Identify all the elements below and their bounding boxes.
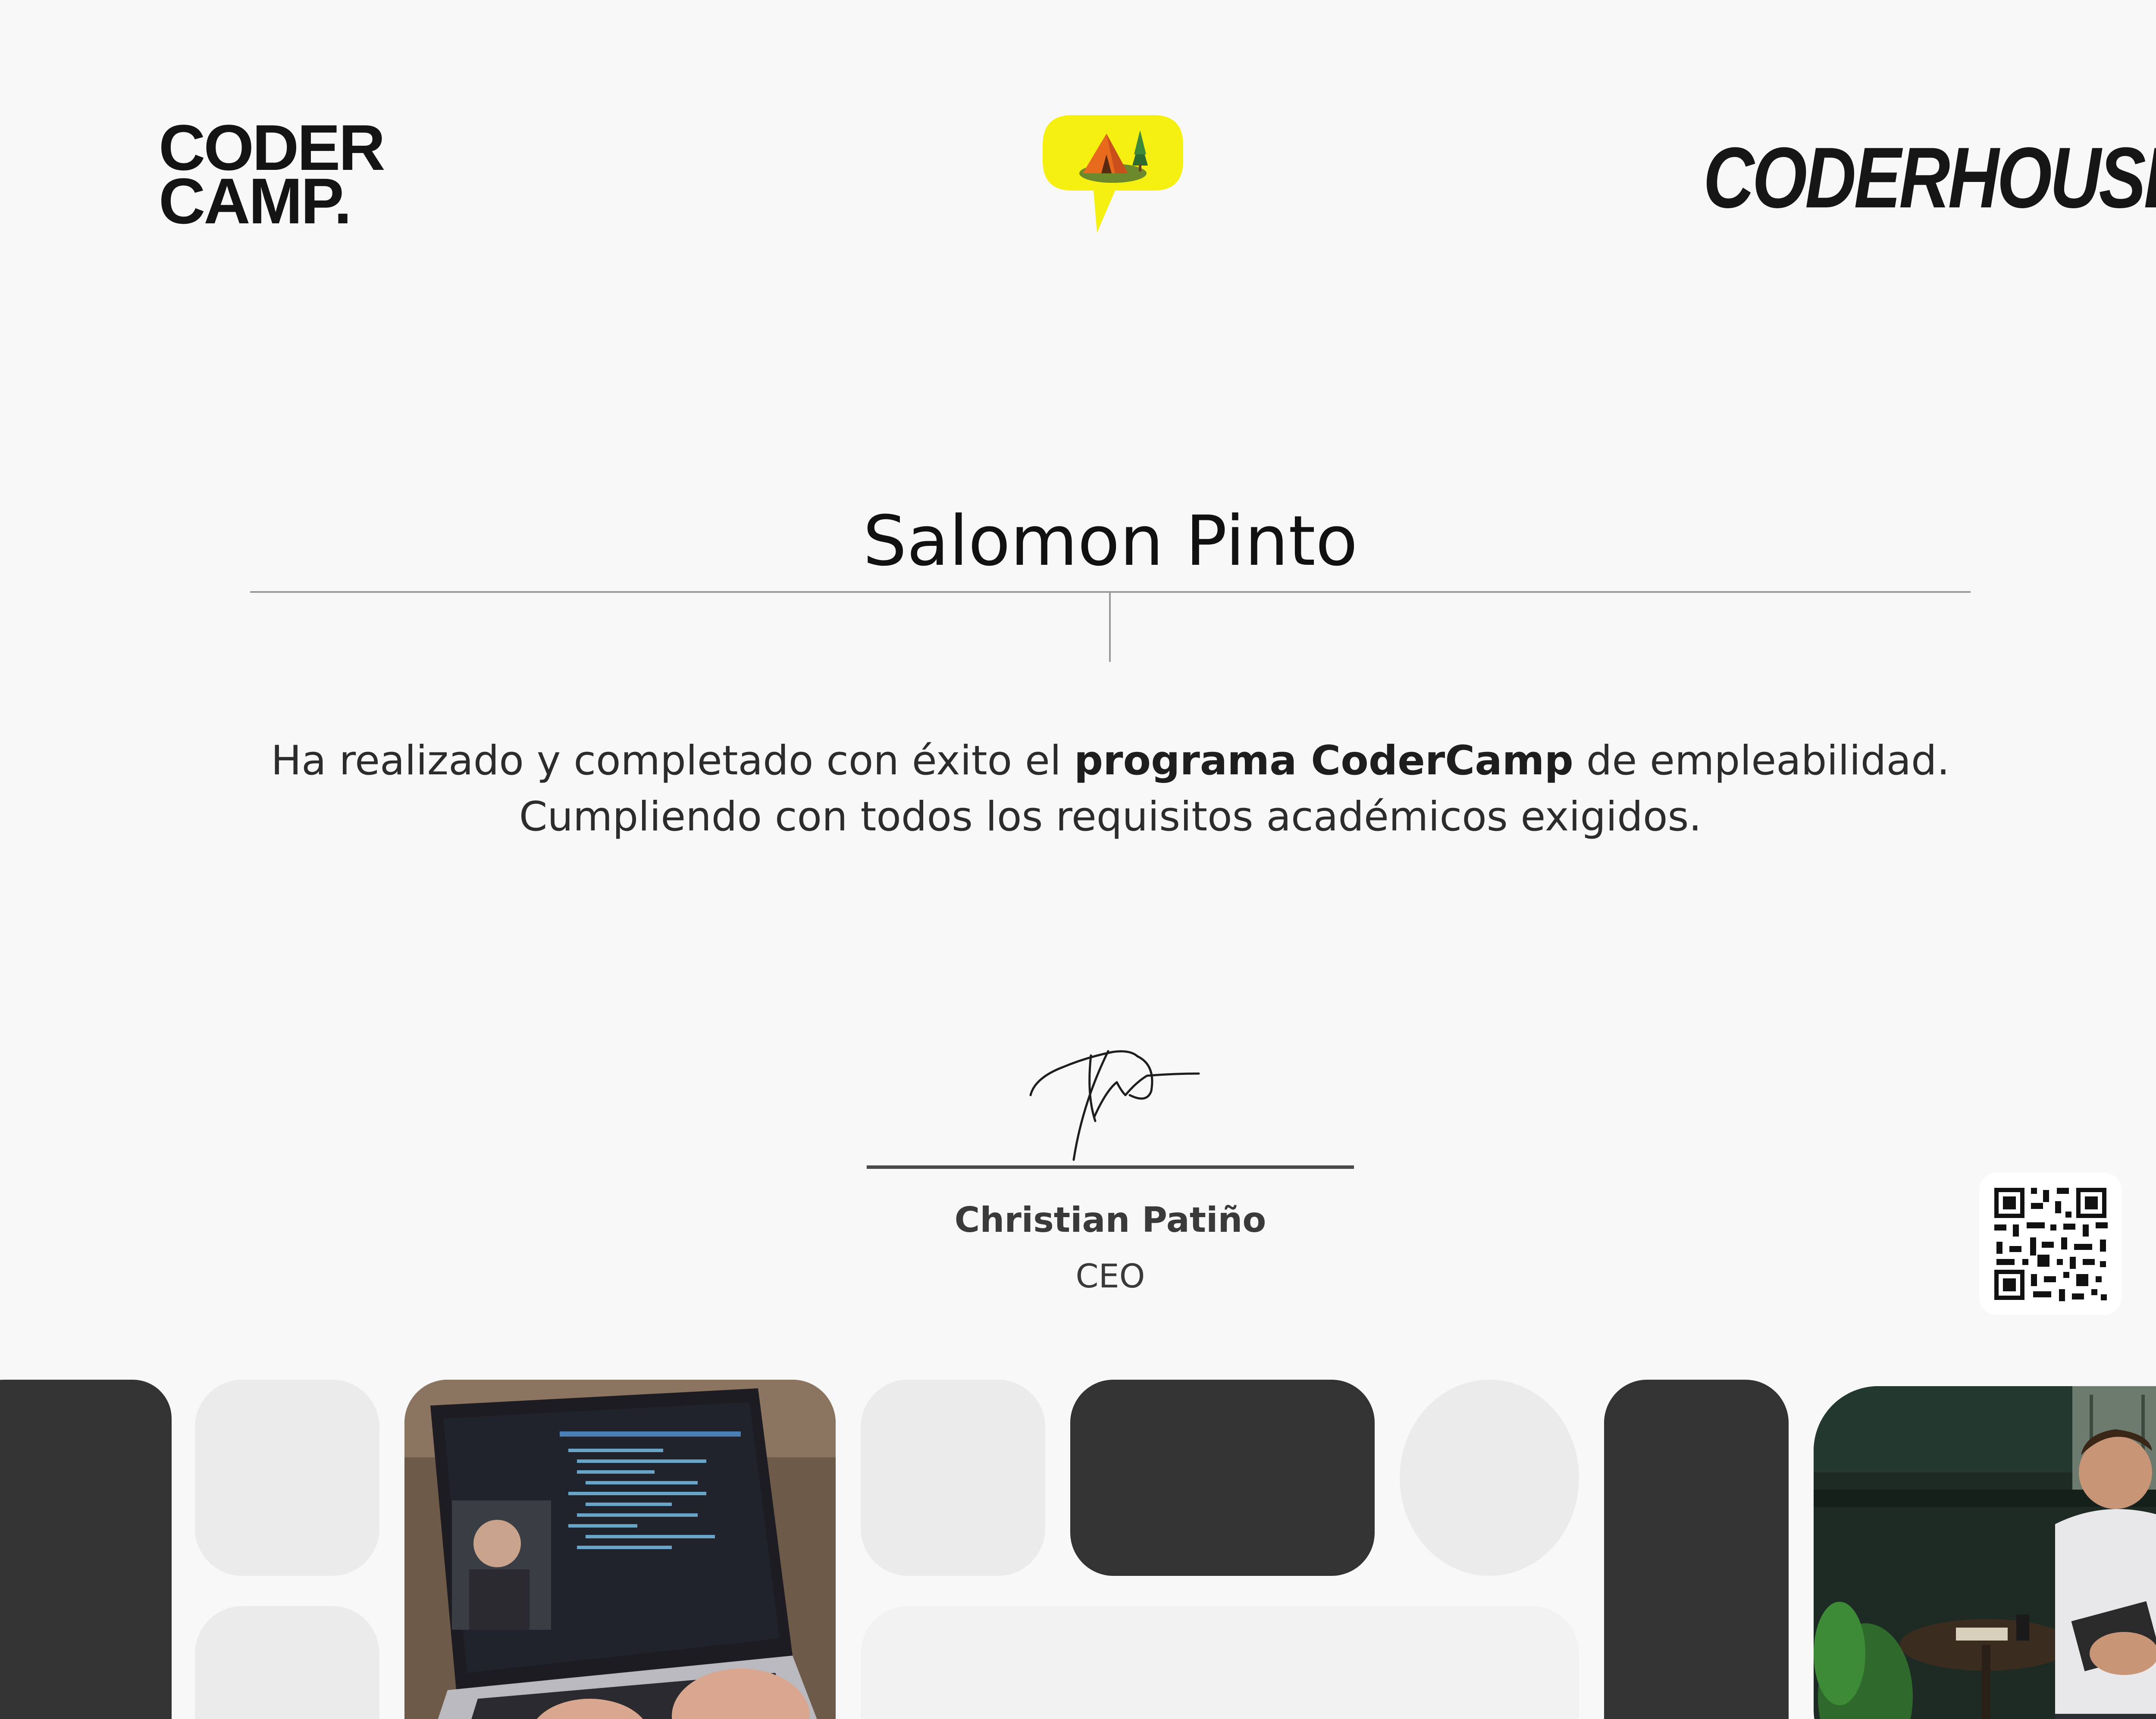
statement-line-2: Cumpliendo con todos los requisitos acad…	[519, 793, 1702, 840]
decor-tile-circle	[1400, 1380, 1579, 1576]
codercamp-logo-line2: CAMP.	[159, 165, 352, 237]
photo-man-tablet	[1814, 1386, 2156, 1719]
codercamp-logo: CODER CAMP.	[159, 115, 385, 237]
signatory-name: Christian Patiño	[954, 1200, 1266, 1240]
decor-tile-wide	[861, 1606, 1579, 1719]
decor-tile-light	[195, 1606, 379, 1719]
decor-tile-dark	[1604, 1380, 1789, 1719]
statement-line1-before: Ha realizado y completado con éxito el	[271, 737, 1074, 784]
decor-tile-light	[195, 1380, 379, 1576]
signatory-role: CEO	[1075, 1257, 1145, 1295]
certificate: CODER CAMP. CODERHOUSE Salomon Pinto Ha …	[0, 0, 2156, 1719]
decor-tile-dark	[0, 1380, 172, 1719]
signature-line	[867, 1165, 1354, 1169]
decor-tile-dark	[1070, 1380, 1375, 1576]
coderhouse-logo: CODERHOUSE	[1703, 130, 2156, 226]
statement-line-1: Ha realizado y completado con éxito el p…	[0, 733, 2156, 789]
qr-code-icon	[1979, 1173, 2122, 1315]
photo-laptop-coding	[404, 1380, 836, 1719]
statement-line1-after: de empleabilidad.	[1573, 737, 1950, 784]
decor-tile-light	[861, 1380, 1045, 1576]
statement-program-name: programa CoderCamp	[1074, 737, 1573, 784]
camping-tent-icon	[1043, 115, 1183, 233]
handwritten-signature	[1029, 1050, 1200, 1161]
completion-statement: Ha realizado y completado con éxito el p…	[0, 733, 2156, 845]
center-divider	[1109, 593, 1111, 662]
recipient-name: Salomon Pinto	[863, 501, 1358, 581]
